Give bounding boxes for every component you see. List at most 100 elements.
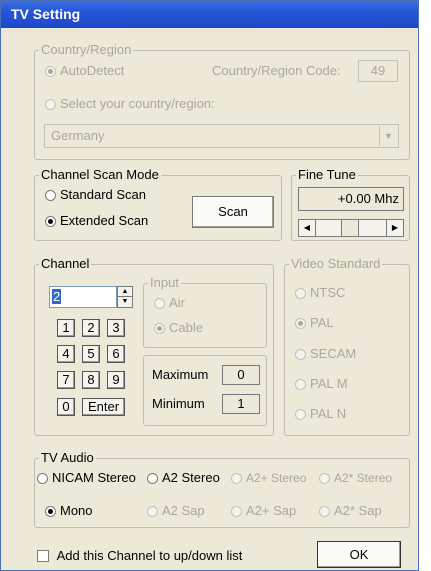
input-legend: Input (148, 275, 181, 291)
key-label: 7 (62, 372, 70, 387)
a2plus-sap-radio[interactable]: A2+ Sap (231, 503, 296, 519)
radio-dot (147, 472, 158, 484)
a2star-stereo-label: A2* Stereo (334, 471, 393, 485)
mono-radio[interactable]: Mono (45, 503, 93, 519)
radio-dot (231, 505, 242, 517)
radio-dot (45, 505, 56, 517)
radio-dot (295, 348, 306, 360)
fine-tune-legend: Fine Tune (296, 167, 358, 183)
secam-label: SECAM (310, 346, 357, 361)
spin-down-icon[interactable]: ▼ (118, 297, 132, 307)
scroll-right-arrow-icon[interactable]: ▶ (386, 220, 403, 236)
ok-button-label: OK (349, 547, 369, 562)
extended-scan-radio[interactable]: Extended Scan (45, 213, 148, 229)
autodetect-radio[interactable]: AutoDetect (45, 63, 124, 79)
key-label: 3 (112, 320, 120, 335)
scan-button-label: Scan (218, 204, 248, 219)
radio-dot (45, 215, 56, 227)
key-2-button[interactable]: 2 (82, 319, 100, 337)
key-9-button[interactable]: 9 (107, 371, 125, 389)
ntsc-label: NTSC (310, 285, 346, 300)
key-1-button[interactable]: 1 (57, 319, 75, 337)
a2plus-stereo-label: A2+ Stereo (246, 471, 307, 485)
a2-sap-radio[interactable]: A2 Sap (147, 503, 205, 519)
country-dropdown[interactable]: Germany ▼ (44, 124, 399, 148)
a2plus-stereo-radio[interactable]: A2+ Stereo (231, 470, 306, 486)
scan-button[interactable]: Scan (192, 196, 274, 228)
key-label: 9 (112, 372, 120, 387)
key-0-button[interactable]: 0 (57, 398, 75, 416)
video-standard-legend: Video Standard (289, 256, 383, 272)
radio-dot (295, 287, 306, 299)
a2star-stereo-radio[interactable]: A2* Stereo (319, 470, 392, 486)
channel-spinner[interactable]: ▲ ▼ (117, 286, 133, 308)
radio-dot (295, 378, 306, 390)
secam-radio[interactable]: SECAM (295, 346, 356, 362)
checkbox-box (37, 549, 49, 562)
key-label: 4 (62, 346, 70, 361)
ntsc-radio[interactable]: NTSC (295, 285, 345, 301)
a2star-sap-radio[interactable]: A2* Sap (319, 503, 382, 519)
key-3-button[interactable]: 3 (107, 319, 125, 337)
tv-setting-dialog: TV Setting Country/Region AutoDetect Cou… (0, 0, 419, 571)
key-label: 8 (87, 372, 95, 387)
key-7-button[interactable]: 7 (57, 371, 75, 389)
scroll-left-arrow-icon[interactable]: ◀ (299, 220, 316, 236)
air-label: Air (169, 295, 185, 310)
extended-scan-label: Extended Scan (60, 213, 149, 228)
radio-dot (154, 322, 165, 334)
radio-dot (319, 505, 330, 517)
pal-n-radio[interactable]: PAL N (295, 406, 346, 422)
key-label: 5 (87, 346, 95, 361)
a2star-sap-label: A2* Sap (334, 503, 382, 518)
channel-scan-mode-legend: Channel Scan Mode (39, 167, 161, 183)
standard-scan-radio[interactable]: Standard Scan (45, 187, 146, 203)
ok-button[interactable]: OK (317, 541, 401, 568)
select-country-label: Select your country/region: (60, 96, 215, 111)
channel-number-input[interactable]: 2 (49, 286, 117, 308)
enter-button[interactable]: Enter (82, 398, 125, 416)
pal-radio[interactable]: PAL (295, 315, 334, 331)
radio-dot (45, 189, 56, 201)
add-channel-checkbox[interactable]: Add this Channel to up/down list (37, 547, 242, 564)
a2-sap-label: A2 Sap (162, 503, 205, 518)
channel-number-value: 2 (52, 289, 62, 304)
key-6-button[interactable]: 6 (107, 345, 125, 363)
autodetect-label: AutoDetect (60, 63, 125, 78)
standard-scan-label: Standard Scan (60, 187, 147, 202)
select-country-radio[interactable]: Select your country/region: (45, 96, 215, 112)
country-code-value: 49 (370, 63, 386, 78)
pal-label: PAL (310, 315, 334, 330)
minimum-value: 1 (237, 396, 245, 411)
tv-audio-legend: TV Audio (39, 450, 96, 466)
key-8-button[interactable]: 8 (82, 371, 100, 389)
air-radio[interactable]: Air (154, 295, 185, 311)
country-code-field[interactable]: 49 (358, 60, 398, 82)
a2-stereo-radio[interactable]: A2 Stereo (147, 470, 220, 486)
radio-dot (231, 472, 242, 484)
title-bar[interactable]: TV Setting (1, 1, 418, 28)
spin-up-icon[interactable]: ▲ (118, 287, 132, 297)
nicam-stereo-radio[interactable]: NICAM Stereo (37, 470, 136, 486)
country-dropdown-value: Germany (51, 128, 105, 143)
slider-thumb[interactable] (341, 220, 359, 236)
fine-tune-slider[interactable]: ◀ ▶ (298, 219, 404, 237)
cable-radio[interactable]: Cable (154, 320, 203, 336)
key-label: 2 (87, 320, 95, 335)
pal-m-radio[interactable]: PAL M (295, 376, 348, 392)
key-label: 6 (112, 346, 120, 361)
country-code-label: Country/Region Code: (212, 63, 341, 78)
key-4-button[interactable]: 4 (57, 345, 75, 363)
minimum-value-box: 1 (222, 394, 260, 414)
enter-label: Enter (87, 399, 120, 414)
radio-dot (319, 472, 330, 484)
dropdown-arrow-icon[interactable]: ▼ (379, 126, 397, 146)
a2-stereo-label: A2 Stereo (162, 470, 220, 485)
key-5-button[interactable]: 5 (82, 345, 100, 363)
maximum-value-box: 0 (222, 365, 260, 385)
fine-tune-display: +0.00 Mhz (298, 187, 404, 211)
nicam-stereo-label: NICAM Stereo (52, 470, 136, 485)
fine-tune-value: +0.00 Mhz (337, 191, 399, 206)
input-group: Input (143, 275, 267, 348)
pal-n-label: PAL N (310, 406, 347, 421)
